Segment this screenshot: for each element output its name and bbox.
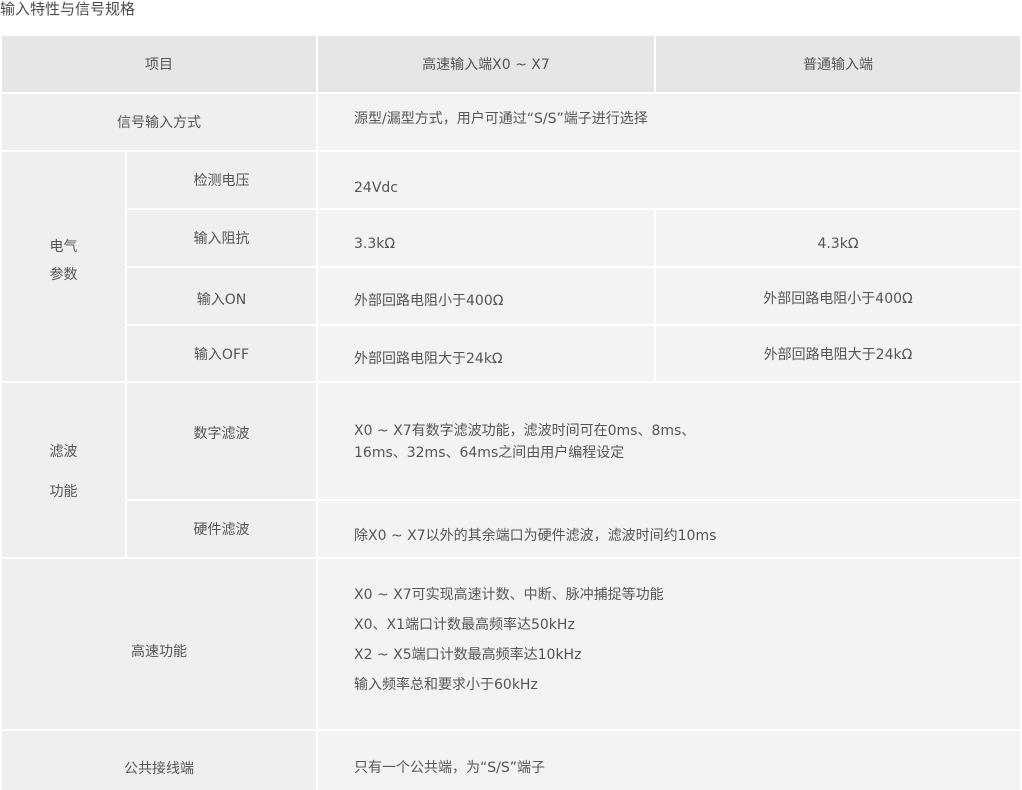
- input-impedance-high: 3.3kΩ: [318, 210, 654, 266]
- page-title: 输入特性与信号规格: [0, 0, 136, 18]
- hardware-filter-value: 除X0 ~ X7以外的其余端口为硬件滤波，滤波时间约10ms: [318, 501, 1020, 557]
- electrical-group-line2: 参数: [49, 266, 78, 283]
- high-speed-line-1: X0 ~ X7可实现高速计数、中断、脉冲捕捉等功能: [354, 587, 664, 603]
- common-terminal-value: 只有一个公共端，为“S/S”端子: [318, 731, 1020, 790]
- high-speed-line-2: X0、X1端口计数最高频率达50kHz: [354, 617, 575, 633]
- high-speed-line-3: X2 ~ X5端口计数最高频率达10kHz: [354, 647, 582, 663]
- header-item: 项目: [2, 36, 316, 92]
- filter-group-line1: 滤波: [49, 444, 78, 460]
- input-on-label: 输入ON: [127, 268, 316, 324]
- input-off-normal: 外部回路电阻大于24kΩ: [656, 326, 1020, 381]
- header-normal: 普通输入端: [656, 36, 1020, 92]
- electrical-group-line1: 电气: [49, 238, 78, 255]
- input-impedance-label: 输入阻抗: [127, 210, 316, 266]
- digital-filter-line2: 16ms、32ms、64ms之间由用户编程设定: [354, 445, 625, 461]
- signal-input-label: 信号输入方式: [2, 94, 316, 150]
- signal-input-value: 源型/漏型方式，用户可通过“S/S”端子进行选择: [318, 94, 1020, 150]
- filter-group-line2: 功能: [49, 484, 78, 500]
- detect-voltage-label: 检测电压: [127, 152, 316, 208]
- detect-voltage-value: 24Vdc: [318, 152, 1020, 208]
- hardware-filter-label: 硬件滤波: [127, 501, 316, 557]
- input-on-normal: 外部回路电阻小于400Ω: [656, 268, 1020, 324]
- input-off-high: 外部回路电阻大于24kΩ: [318, 326, 654, 381]
- input-on-high: 外部回路电阻小于400Ω: [318, 268, 654, 324]
- high-speed-function-label: 高速功能: [2, 559, 316, 729]
- electrical-group-label: 电气 参数: [2, 152, 125, 381]
- input-off-label: 输入OFF: [127, 326, 316, 381]
- high-speed-line-4: 输入频率总和要求小于60kHz: [354, 677, 538, 693]
- common-terminal-label: 公共接线端: [2, 731, 316, 790]
- digital-filter-label: 数字滤波: [127, 383, 316, 499]
- digital-filter-value: X0 ~ X7有数字滤波功能，滤波时间可在0ms、8ms、 16ms、32ms、…: [318, 383, 1020, 499]
- digital-filter-line1: X0 ~ X7有数字滤波功能，滤波时间可在0ms、8ms、: [354, 423, 696, 439]
- input-impedance-normal: 4.3kΩ: [656, 210, 1020, 266]
- high-speed-function-value: X0 ~ X7可实现高速计数、中断、脉冲捕捉等功能 X0、X1端口计数最高频率达…: [318, 559, 1020, 729]
- header-high-speed: 高速输入端X0 ~ X7: [318, 36, 654, 92]
- filter-group-label: 滤波 功能: [2, 383, 125, 557]
